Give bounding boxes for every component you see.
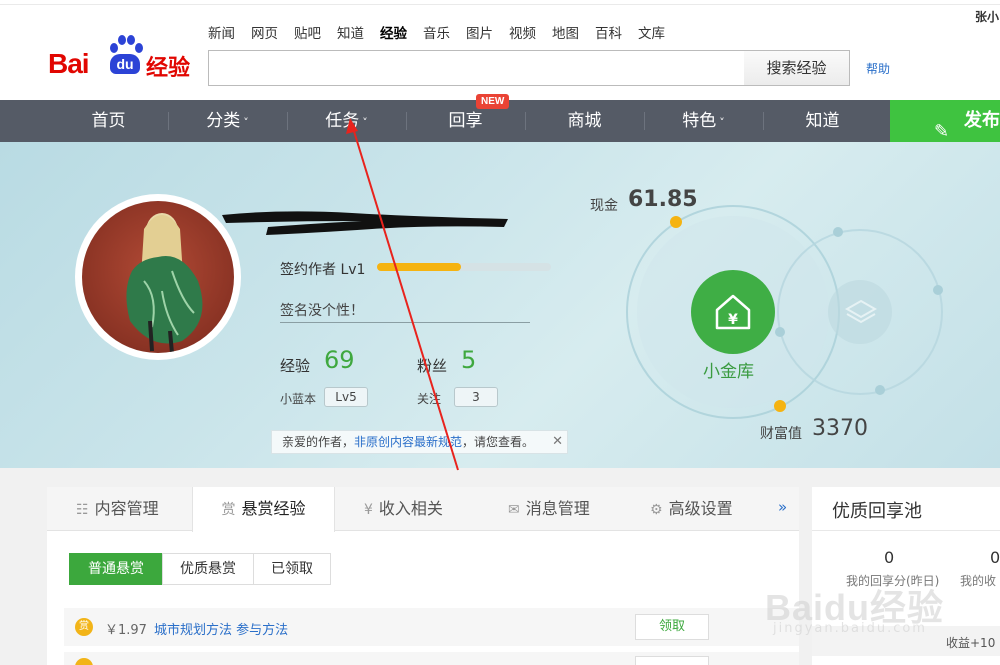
annotation-arrow bbox=[346, 118, 459, 471]
